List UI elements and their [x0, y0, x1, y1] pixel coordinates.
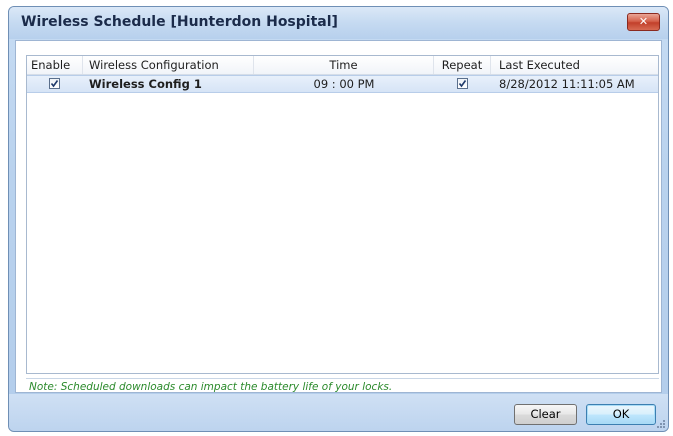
repeat-checkbox[interactable]: [457, 78, 468, 89]
column-header-enable[interactable]: Enable: [27, 56, 83, 74]
wireless-schedule-dialog: Wireless Schedule [Hunterdon Hospital] ✕…: [8, 6, 669, 432]
clear-button[interactable]: Clear: [514, 404, 577, 425]
column-header-last-executed[interactable]: Last Executed: [491, 56, 658, 74]
column-header-repeat[interactable]: Repeat: [434, 56, 491, 74]
last-executed-cell: 8/28/2012 11:11:05 AM: [499, 77, 635, 91]
grid-header: Enable Wireless Configuration Time Repea…: [27, 56, 658, 75]
column-header-time[interactable]: Time: [254, 56, 434, 74]
checkmark-icon: [458, 80, 467, 88]
checkmark-icon: [50, 80, 59, 88]
close-button[interactable]: ✕: [627, 13, 660, 31]
window-title: Wireless Schedule [Hunterdon Hospital]: [21, 14, 338, 30]
time-cell[interactable]: 09 : 00 PM: [254, 76, 434, 92]
close-icon: ✕: [638, 15, 649, 28]
table-row[interactable]: Wireless Config 1 09 : 00 PM 8/28/2012 1…: [27, 75, 658, 93]
schedule-grid: Enable Wireless Configuration Time Repea…: [26, 55, 659, 374]
enable-checkbox[interactable]: [49, 78, 60, 89]
resize-grip-icon[interactable]: [656, 419, 666, 429]
battery-note: Note: Scheduled downloads can impact the…: [29, 381, 393, 393]
ok-button[interactable]: OK: [586, 404, 656, 425]
title-bar[interactable]: Wireless Schedule [Hunterdon Hospital] ✕: [9, 7, 668, 39]
content-panel: Enable Wireless Configuration Time Repea…: [15, 40, 662, 393]
column-header-wireless-configuration[interactable]: Wireless Configuration: [83, 56, 254, 74]
wireless-configuration-cell[interactable]: Wireless Config 1: [89, 76, 202, 92]
divider: [26, 378, 659, 379]
